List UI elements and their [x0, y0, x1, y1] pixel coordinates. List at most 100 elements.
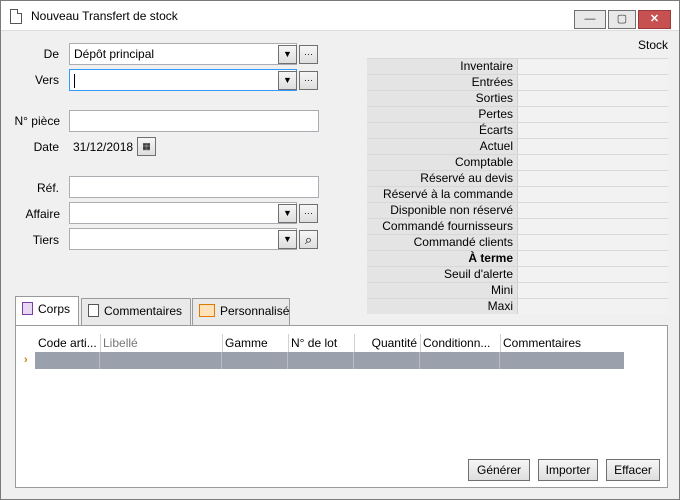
stock-row: Disponible non réservé [367, 202, 668, 218]
stock-row-label: Sorties [367, 91, 517, 106]
stock-row-label: Commandé fournisseurs [367, 219, 517, 234]
search-icon[interactable]: ⌕ [299, 230, 318, 249]
date-input[interactable]: 31/12/2018 [69, 136, 135, 158]
stock-row-label: Écarts [367, 123, 517, 138]
col-quantite[interactable]: Quantité [355, 334, 421, 352]
calendar-icon[interactable]: ▦ [137, 137, 156, 156]
close-button[interactable]: ✕ [638, 10, 671, 29]
stock-row-label: Inventaire [367, 59, 517, 74]
stock-row-label: Comptable [367, 155, 517, 170]
stock-row-value [517, 251, 668, 266]
tiers-dropdown-button[interactable]: ▼ [278, 230, 297, 249]
tab-personnalise-label: Personnalisé [220, 304, 290, 318]
de-dropdown-button[interactable]: ▼ [278, 45, 297, 64]
cell-conditionnement[interactable] [420, 352, 500, 369]
cell-commentaires[interactable] [500, 352, 624, 369]
transfer-window: Nouveau Transfert de stock — ▢ ✕ De Dépô… [0, 0, 680, 500]
stock-row-value [517, 267, 668, 282]
stock-row: Mini [367, 282, 668, 298]
cell-quantite[interactable] [354, 352, 420, 369]
text-caret [74, 73, 75, 88]
vers-label: Vers [34, 73, 59, 87]
row-indicator-icon: › [24, 354, 28, 366]
stock-row: Maxi [367, 298, 668, 314]
window-title: Nouveau Transfert de stock [31, 9, 178, 23]
stock-row-value [517, 123, 668, 138]
stock-row-value [517, 107, 668, 122]
stock-row-value [517, 171, 668, 186]
stock-row: Commandé fournisseurs [367, 218, 668, 234]
tiers-select[interactable] [69, 228, 297, 250]
stock-row: Écarts [367, 122, 668, 138]
stock-row-label: Disponible non réservé [367, 203, 517, 218]
affaire-dropdown-button[interactable]: ▼ [278, 204, 297, 223]
de-more-button[interactable]: ··· [299, 45, 318, 64]
stock-row-value [517, 155, 668, 170]
stock-row-value [517, 75, 668, 90]
col-code-article[interactable]: Code arti... [36, 334, 101, 352]
tiers-label: Tiers [32, 233, 59, 247]
col-conditionnement[interactable]: Conditionn... [421, 334, 501, 352]
stock-row-value [517, 187, 668, 202]
stock-row-label: Entrées [367, 75, 517, 90]
stock-row-value [517, 139, 668, 154]
effacer-button[interactable]: Effacer [606, 459, 660, 481]
generer-button[interactable]: Générer [468, 459, 530, 481]
minimize-button[interactable]: — [574, 10, 606, 29]
cell-gamme[interactable] [222, 352, 288, 369]
stock-row-label: Réservé à la commande [367, 187, 517, 202]
document-icon [22, 302, 33, 315]
cell-code-article[interactable] [35, 352, 100, 369]
stock-row-value [517, 59, 668, 74]
stock-row: Commandé clients [367, 234, 668, 250]
importer-button[interactable]: Importer [538, 459, 598, 481]
col-gamme[interactable]: Gamme [223, 334, 289, 352]
stock-row: Seuil d'alerte [367, 266, 668, 282]
cell-libelle[interactable] [100, 352, 222, 369]
de-select[interactable]: Dépôt principal [69, 43, 297, 65]
stock-row: Actuel [367, 138, 668, 154]
stock-row: Comptable [367, 154, 668, 170]
grid-header: Code arti... Libellé Gamme N° de lot Qua… [36, 334, 625, 352]
stock-title: Stock [638, 38, 669, 52]
stock-row-value [517, 219, 668, 234]
stock-row-label: Maxi [367, 299, 517, 314]
corps-panel: Code arti... Libellé Gamme N° de lot Qua… [15, 325, 668, 488]
document-icon [10, 9, 22, 24]
tab-commentaires[interactable]: Commentaires [81, 298, 191, 325]
tab-personnalise[interactable]: Personnalisé [192, 298, 290, 325]
vers-more-button[interactable]: ··· [299, 71, 318, 90]
stock-row-value [517, 91, 668, 106]
tab-corps[interactable]: Corps [15, 296, 79, 326]
stock-row: Inventaire [367, 58, 668, 74]
col-lot[interactable]: N° de lot [289, 334, 355, 352]
stock-row: Réservé à la commande [367, 186, 668, 202]
cell-lot[interactable] [288, 352, 354, 369]
custom-fields-icon [199, 304, 215, 317]
stock-row-label: Commandé clients [367, 235, 517, 250]
maximize-button[interactable]: ▢ [608, 10, 636, 29]
tab-commentaires-label: Commentaires [104, 304, 183, 318]
stock-row-label: Actuel [367, 139, 517, 154]
vers-select[interactable] [69, 69, 297, 91]
col-libelle[interactable]: Libellé [101, 334, 223, 352]
affaire-label: Affaire [25, 207, 60, 221]
stock-row: Entrées [367, 74, 668, 90]
stock-row-label: Réservé au devis [367, 171, 517, 186]
tab-corps-label: Corps [38, 302, 71, 316]
piece-input[interactable] [69, 110, 319, 132]
affaire-more-button[interactable]: ··· [299, 204, 318, 223]
ref-label: Réf. [36, 181, 59, 195]
stock-row-label: Seuil d'alerte [367, 267, 517, 282]
stock-row-label: Mini [367, 283, 517, 298]
vers-dropdown-button[interactable]: ▼ [278, 71, 297, 90]
stock-grid: Inventaire Entrées Sorties Pertes Écarts Actu… [367, 58, 668, 314]
col-commentaires[interactable]: Commentaires [501, 334, 625, 352]
stock-row-label: À terme [367, 251, 517, 266]
stock-row-value [517, 235, 668, 250]
ref-input[interactable] [69, 176, 319, 198]
table-row[interactable] [35, 352, 624, 369]
affaire-select[interactable] [69, 202, 297, 224]
stock-row-label: Pertes [367, 107, 517, 122]
stock-row: Sorties [367, 90, 668, 106]
